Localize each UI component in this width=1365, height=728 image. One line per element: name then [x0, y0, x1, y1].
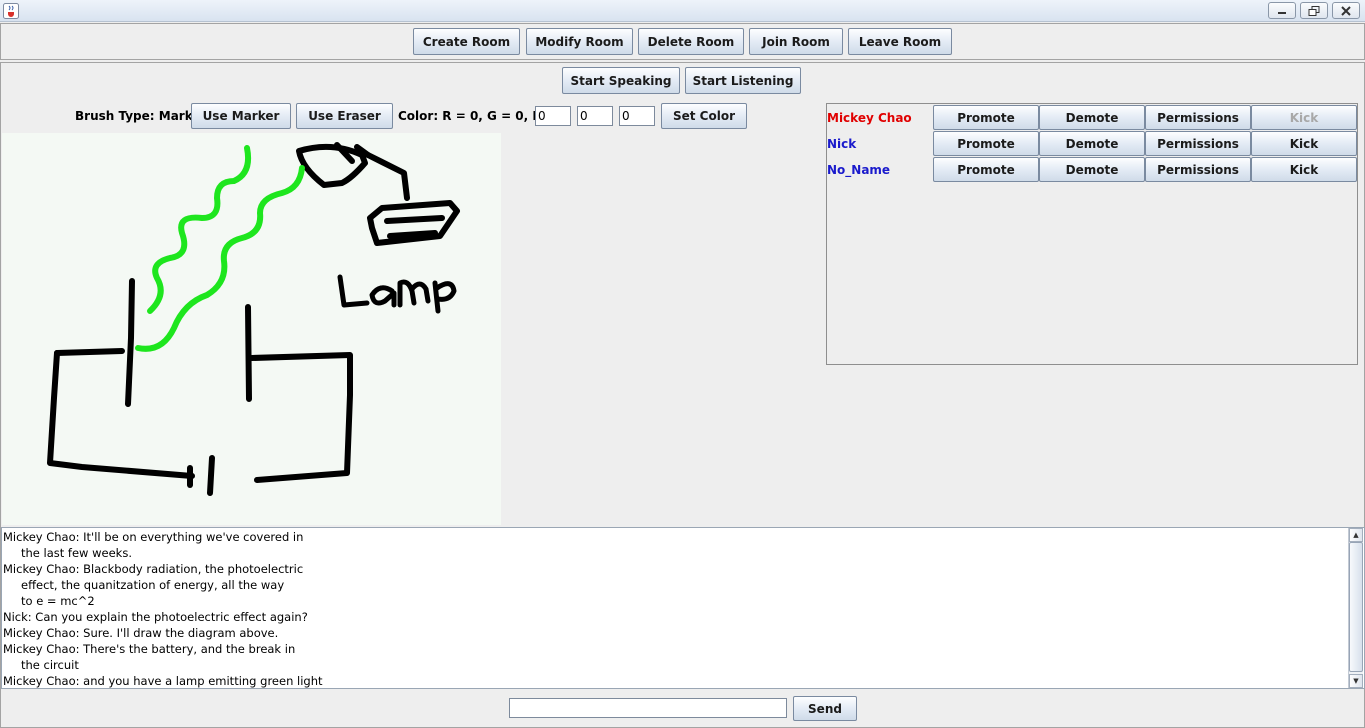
user-name: No_Name	[827, 163, 891, 177]
use-eraser-button[interactable]: Use Eraser	[296, 103, 393, 129]
scroll-up-arrow-icon[interactable]: ▲	[1349, 528, 1363, 542]
circuit-drawing	[47, 278, 353, 496]
delete-room-button[interactable]: Delete Room	[638, 28, 744, 55]
blue-value-input[interactable]	[619, 106, 655, 126]
drawing-canvas[interactable]	[2, 133, 501, 525]
chat-message-line: the circuit	[21, 658, 79, 672]
chat-message-line: the last few weeks.	[21, 546, 132, 560]
close-button[interactable]	[1332, 2, 1360, 19]
minimize-icon	[1278, 11, 1286, 14]
chat-log: Mickey Chao: It'll be on everything we'v…	[1, 527, 1365, 689]
permissions-button[interactable]: Permissions	[1145, 157, 1251, 182]
user-name: Nick	[827, 137, 857, 151]
send-button[interactable]: Send	[793, 696, 857, 721]
chat-message-line: Nick: Can you explain the photoelectric …	[3, 610, 308, 624]
chat-message-line: effect, the quanitzation of energy, all …	[21, 578, 285, 592]
minimize-button[interactable]	[1268, 2, 1296, 19]
green-value-input[interactable]	[577, 106, 613, 126]
restore-icon	[1308, 5, 1320, 16]
brush-type-label: Brush Type: Marker	[75, 109, 207, 123]
promote-button[interactable]: Promote	[933, 131, 1039, 156]
scrollbar-thumb[interactable]	[1349, 542, 1363, 672]
start-listening-button[interactable]: Start Listening	[685, 67, 801, 94]
chat-scrollbar[interactable]: ▲ ▼	[1348, 528, 1363, 688]
promote-button[interactable]: Promote	[933, 105, 1039, 130]
red-value-input[interactable]	[535, 106, 571, 126]
kick-button[interactable]: Kick	[1251, 157, 1357, 182]
scroll-down-arrow-icon[interactable]: ▼	[1349, 674, 1363, 688]
join-room-button[interactable]: Join Room	[749, 28, 843, 55]
chat-message-line: Mickey Chao: and you have a lamp emittin…	[3, 674, 323, 688]
restore-button[interactable]	[1300, 2, 1328, 19]
demote-button[interactable]: Demote	[1039, 105, 1145, 130]
promote-button[interactable]: Promote	[933, 157, 1039, 182]
chat-message-line: Mickey Chao: It'll be on everything we'v…	[3, 530, 304, 544]
permissions-button[interactable]: Permissions	[1145, 131, 1251, 156]
kick-button[interactable]: Kick	[1251, 105, 1357, 130]
set-color-button[interactable]: Set Color	[661, 103, 747, 129]
lamp-label-drawing	[337, 274, 457, 314]
chat-message-line: Mickey Chao: Sure. I'll draw the diagram…	[3, 626, 279, 640]
chat-message-line: Mickey Chao: Blackbody radiation, the ph…	[3, 562, 304, 576]
user-name: Mickey Chao	[827, 111, 912, 125]
start-speaking-button[interactable]: Start Speaking	[562, 67, 680, 94]
java-cup-icon	[3, 3, 19, 19]
chat-message-input[interactable]	[509, 698, 787, 718]
permissions-button[interactable]: Permissions	[1145, 105, 1251, 130]
use-marker-button[interactable]: Use Marker	[191, 103, 291, 129]
window-titlebar	[0, 0, 1365, 22]
lamp-drawing	[296, 142, 460, 246]
kick-button[interactable]: Kick	[1251, 131, 1357, 156]
demote-button[interactable]: Demote	[1039, 157, 1145, 182]
user-list-panel: Mickey Chao Promote Demote Permissions Kick N…	[826, 103, 1358, 365]
chat-message-line: Mickey Chao: There's the battery, and th…	[3, 642, 296, 656]
modify-room-button[interactable]: Modify Room	[526, 28, 633, 55]
demote-button[interactable]: Demote	[1039, 131, 1145, 156]
green-light-drawing	[135, 145, 305, 352]
whiteboard-drawing	[47, 142, 460, 496]
create-room-button[interactable]: Create Room	[413, 28, 520, 55]
close-icon	[1341, 5, 1351, 16]
chat-message-line: to e = mc^2	[21, 594, 95, 608]
leave-room-button[interactable]: Leave Room	[848, 28, 952, 55]
